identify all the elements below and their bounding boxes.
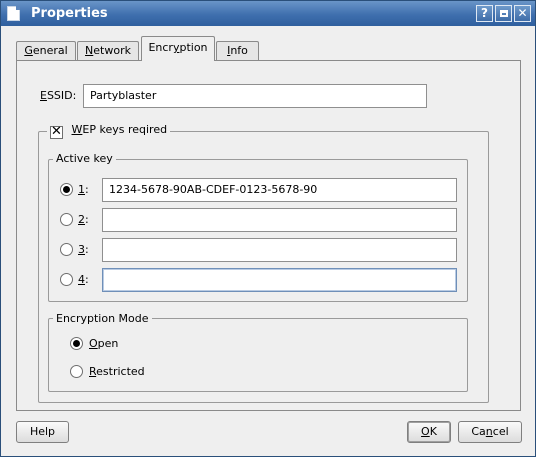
cancel-label-pre: Ca (471, 425, 486, 438)
essid-label: ESSID: (40, 89, 76, 102)
active-key-title: Active key (53, 152, 116, 165)
wep-checkbox-row[interactable]: ✕ WEP keys reqired (47, 123, 171, 139)
maximize-icon (499, 10, 508, 17)
maximize-button[interactable] (495, 5, 512, 22)
ok-label: K (429, 425, 437, 438)
key-2-colon: : (85, 213, 89, 226)
tab-encryption[interactable]: Encryption (141, 36, 215, 61)
essid-mnemonic: E (40, 89, 47, 102)
key-1-mnemonic: 1 (78, 183, 85, 196)
tab-info-label: nfo (230, 44, 248, 57)
window-title: Properties (31, 6, 108, 21)
mode-open-radio[interactable] (70, 337, 83, 350)
tab-network-label: etwork (93, 44, 131, 57)
mode-open-text: pen (97, 337, 119, 350)
mode-restricted-text: estricted (96, 365, 145, 378)
key-1-colon: : (85, 183, 89, 196)
essid-label-text: SSID: (46, 89, 77, 102)
mode-restricted-radio[interactable] (70, 365, 83, 378)
key-1-radio[interactable] (60, 183, 73, 196)
key-4-colon: : (85, 273, 89, 286)
wep-checkbox[interactable]: ✕ (50, 124, 63, 139)
wep-label-text: EP keys reqired (82, 123, 168, 136)
cancel-button[interactable]: Cancel (458, 421, 522, 443)
key-2-input[interactable] (102, 208, 457, 232)
wep-checkbox-label: WEP keys reqired (72, 123, 168, 136)
mode-restricted-label: Restricted (89, 365, 145, 378)
help-title-button[interactable]: ? (476, 5, 493, 22)
key-1-label: 1: (78, 183, 89, 196)
encryption-mode-groupbox (48, 318, 468, 392)
key-3-radio[interactable] (60, 243, 73, 256)
close-button[interactable]: ✕ (514, 5, 531, 22)
key-3-colon: : (85, 243, 89, 256)
cancel-label: cel (492, 425, 509, 438)
tab-general-label: eneral (32, 44, 68, 57)
key-2-label: 2: (78, 213, 89, 226)
tab-encryption-label: ption (179, 41, 208, 54)
encryption-mode-title: Encryption Mode (53, 312, 152, 325)
mode-open-label: Open (89, 337, 118, 350)
key-2-radio[interactable] (60, 213, 73, 226)
key-3-label: 3: (78, 243, 89, 256)
help-button[interactable]: Help (16, 421, 69, 443)
key-4-input[interactable] (102, 268, 457, 292)
key-4-radio[interactable] (60, 273, 73, 286)
encryption-panel: ESSID: Partyblaster ✕ WEP keys reqired A… (16, 60, 521, 411)
wep-mnemonic: W (71, 123, 83, 136)
tab-network[interactable]: Network (77, 41, 139, 60)
tab-general[interactable]: General (16, 41, 76, 60)
key-2-mnemonic: 2 (78, 213, 85, 226)
tab-general-mnemonic: G (24, 44, 33, 57)
close-icon: ✕ (517, 6, 528, 20)
key-1-input[interactable]: 1234-5678-90AB-CDEF-0123-5678-90 (102, 178, 457, 202)
document-icon (7, 6, 20, 21)
cancel-mnemonic: n (485, 425, 493, 438)
properties-dialog: Properties ? ✕ General Network Encryptio… (0, 0, 536, 457)
ok-mnemonic: O (421, 425, 430, 438)
ok-button[interactable]: OK (407, 421, 451, 443)
question-icon: ? (481, 6, 488, 20)
tab-info[interactable]: Info (216, 41, 259, 60)
mode-open-mnemonic: O (89, 337, 98, 350)
key-4-mnemonic: 4 (78, 273, 85, 286)
check-mark-icon: ✕ (51, 124, 62, 139)
key-3-mnemonic: 3 (78, 243, 85, 256)
essid-input[interactable]: Partyblaster (83, 84, 427, 108)
title-bar[interactable]: Properties ? ✕ (1, 1, 535, 26)
key-3-input[interactable] (102, 238, 457, 262)
tab-encryption-label-pre: Encr (148, 41, 173, 54)
key-4-label: 4: (78, 273, 89, 286)
